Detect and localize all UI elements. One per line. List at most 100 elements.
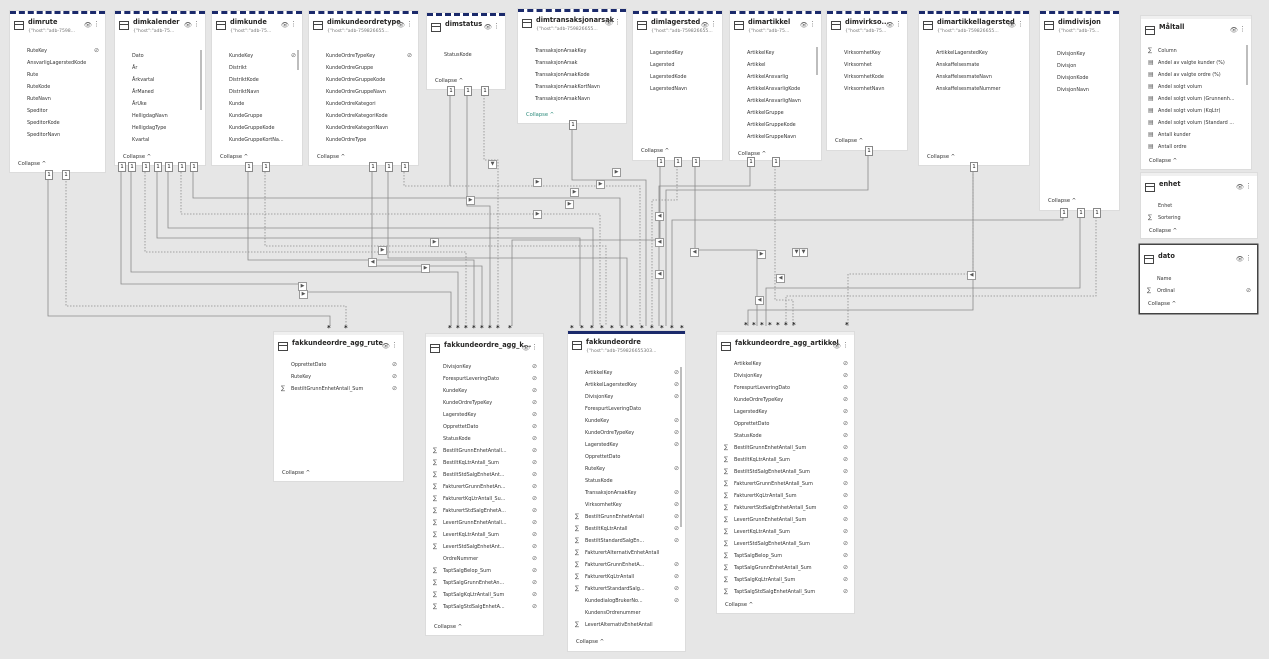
field-row[interactable]: År [119,62,201,74]
collapse-button[interactable]: Collapse ^ [1149,158,1177,164]
field-row[interactable]: ∑ BestiltKqLtrAntall ⊘ [572,523,681,535]
field-row[interactable]: VirksomhetKey ⊘ [572,499,681,511]
field-row[interactable]: TransaksjonArsakNavn [522,93,622,105]
collapse-button[interactable]: Collapse ^ [1148,301,1176,307]
table-card-fakkundeordre[interactable]: fakkundeordre {"host":"adb-759826655303..… [568,331,685,651]
more-options-icon[interactable]: ⋮ [391,341,398,349]
field-row[interactable]: Kvartal [119,134,201,146]
field-row[interactable]: ∑ TaptSalgBelop_Sum ⊘ [721,550,850,562]
table-card-dimrute[interactable]: dimrute {"host":"adb-7598... 👁 ⋮ RuteKey ⊘ A… [10,11,105,172]
relationship-line[interactable] [483,92,499,326]
field-row[interactable]: ∑ TaptSalgKqLtrAntall_Sum ⊘ [430,589,539,601]
field-row[interactable]: ∑ FakturertGrunnEnhetAntall_Sum ⊘ [721,478,850,490]
field-row[interactable]: Årkvartal [119,74,201,86]
field-row[interactable]: ∑ FakturertStandardSalg... ⊘ [572,583,681,595]
relationship-line[interactable] [671,214,1064,326]
field-row[interactable]: ▤ Andel solgt volum [1145,81,1247,93]
relationship-line[interactable] [694,163,758,326]
visibility-icon[interactable]: 👁 [833,342,841,350]
collapse-button[interactable]: Collapse ^ [282,470,310,476]
field-row[interactable]: ArtikkelGruppeKode [734,119,817,131]
field-row[interactable]: ForespurtLeveringDato [572,403,681,415]
field-row[interactable]: ▤ Andel solgt volum (KqLtr) [1145,105,1247,117]
field-row[interactable]: ArtikkelAnsvarlig [734,71,817,83]
collapse-button[interactable]: Collapse ^ [641,148,669,154]
table-card-enhet[interactable]: enhet 👁 ⋮ Enhet ∑ Sortering Collapse ^ [1141,173,1257,238]
field-row[interactable]: ∑ BestiltGrunnEnhetAntall_Sum ⊘ [278,383,399,395]
relationship-line[interactable] [403,172,641,326]
table-card-dimstatus[interactable]: dimstatus 👁 ⋮ StatusKode Collapse ^ [427,13,505,89]
collapse-button[interactable]: Collapse ^ [576,639,604,645]
field-row[interactable]: VirksomhetKode [831,71,903,83]
relationship-line[interactable] [747,168,974,326]
field-row[interactable]: AnsvarligLagerstedKode [14,57,101,69]
field-row[interactable]: ∑ FakturertGrunnEnhetA... ⊘ [572,559,681,571]
field-row[interactable]: ∑ BestiltGrunnEnhetAntall ⊘ [572,511,681,523]
field-row[interactable]: KundedialogBrukerNo... ⊘ [572,595,681,607]
field-row[interactable]: KundeOrdreGruppeNavn [313,86,414,98]
cross-filter-arrow-icon[interactable]: ◀ [655,238,664,247]
cross-filter-arrow-icon[interactable]: ▶ [466,196,475,205]
relationship-line[interactable] [765,214,1081,326]
field-row[interactable]: StatusKode [431,49,501,61]
relationship-line[interactable] [658,163,751,326]
cross-filter-arrow-icon[interactable]: ▶ [596,180,605,189]
cross-filter-arrow-icon[interactable]: ▶ [612,168,621,177]
field-row[interactable]: DistriktKode [216,74,298,86]
field-row[interactable]: ∑ LevertKqLtrAntall_Sum ⊘ [430,529,539,541]
field-row[interactable]: KundeGruppeKode [216,122,298,134]
field-row[interactable]: ▤ Antall kunder [1145,129,1247,141]
field-row[interactable]: Enhet [1145,200,1253,212]
field-row[interactable]: ∑ FakturertAlternativEnhetAntall [572,547,681,559]
collapse-button[interactable]: Collapse ^ [835,138,863,144]
relationship-line[interactable] [120,172,452,326]
field-row[interactable]: OpprettetDato [572,451,681,463]
relationship-line[interactable] [247,172,475,326]
scrollbar[interactable] [680,367,682,527]
scrollbar[interactable] [1246,45,1248,85]
relationship-line[interactable] [130,172,459,326]
field-row[interactable]: ▤ Andel solgt volum (Grunnenh... [1145,93,1247,105]
relationship-line[interactable] [156,172,581,326]
field-row[interactable]: StatusKode ⊘ [430,433,539,445]
visibility-icon[interactable]: 👁 [701,21,709,29]
field-row[interactable]: VirksomhetNavn [831,83,903,95]
field-row[interactable]: LagerstedKey [637,47,718,59]
field-row[interactable]: ∑ FakturertKqLtrAntall ⊘ [572,571,681,583]
field-row[interactable]: Anskaffelsesmate [923,59,1025,71]
scrollbar[interactable] [297,50,299,70]
collapse-button[interactable]: Collapse ^ [434,624,462,630]
collapse-button[interactable]: Collapse ^ [435,78,463,84]
field-row[interactable]: Lagersted [637,59,718,71]
field-row[interactable]: LagerstedKode [637,71,718,83]
visibility-icon[interactable]: 👁 [184,21,192,29]
field-row[interactable]: ∑ LevertGrunnEnhetAntall... ⊘ [430,517,539,529]
cross-filter-arrow-icon[interactable]: ▶ [299,290,308,299]
visibility-icon[interactable]: 👁 [382,342,390,350]
field-row[interactable]: OrdreNummer ⊘ [430,553,539,565]
field-row[interactable]: ∑ BestiltKqLtrAntall_Sum ⊘ [430,457,539,469]
more-options-icon[interactable]: ⋮ [193,20,200,28]
field-row[interactable]: TransaksjonArsakKey [522,45,622,57]
more-options-icon[interactable]: ⋮ [531,343,538,351]
field-row[interactable]: HelligdagType [119,122,201,134]
scrollbar[interactable] [200,50,202,110]
field-row[interactable]: LagerstedKey ⊘ [721,406,850,418]
cross-filter-arrow-icon[interactable]: ◀ [690,248,699,257]
field-row[interactable]: VirksomhetKey [831,47,903,59]
field-row[interactable]: Distrikt [216,62,298,74]
more-options-icon[interactable]: ⋮ [1245,254,1252,262]
field-row[interactable]: ÅrManed [119,86,201,98]
field-row[interactable]: Rute [14,69,101,81]
field-row[interactable]: DivisjonKey ⊘ [572,391,681,403]
field-row[interactable]: ∑ LevertStdSalgEnhetAnt... ⊘ [430,541,539,553]
collapse-button[interactable]: Collapse ^ [1048,198,1076,204]
field-row[interactable]: ForespurtLeveringDato ⊘ [721,382,850,394]
cross-filter-arrow-icon[interactable]: ◀ [368,258,377,267]
more-options-icon[interactable]: ⋮ [1245,182,1252,190]
cross-filter-arrow-icon[interactable]: ▶ [430,238,439,247]
table-card-dimdivisjon[interactable]: dimdivisjon {"host":"adb-75... DivisjonKe… [1040,11,1119,210]
field-row[interactable]: RuteKey ⊘ [14,45,101,57]
field-row[interactable]: DivisjonKode [1044,72,1115,84]
field-row[interactable]: AnskaffelsesmateNavn [923,71,1025,83]
